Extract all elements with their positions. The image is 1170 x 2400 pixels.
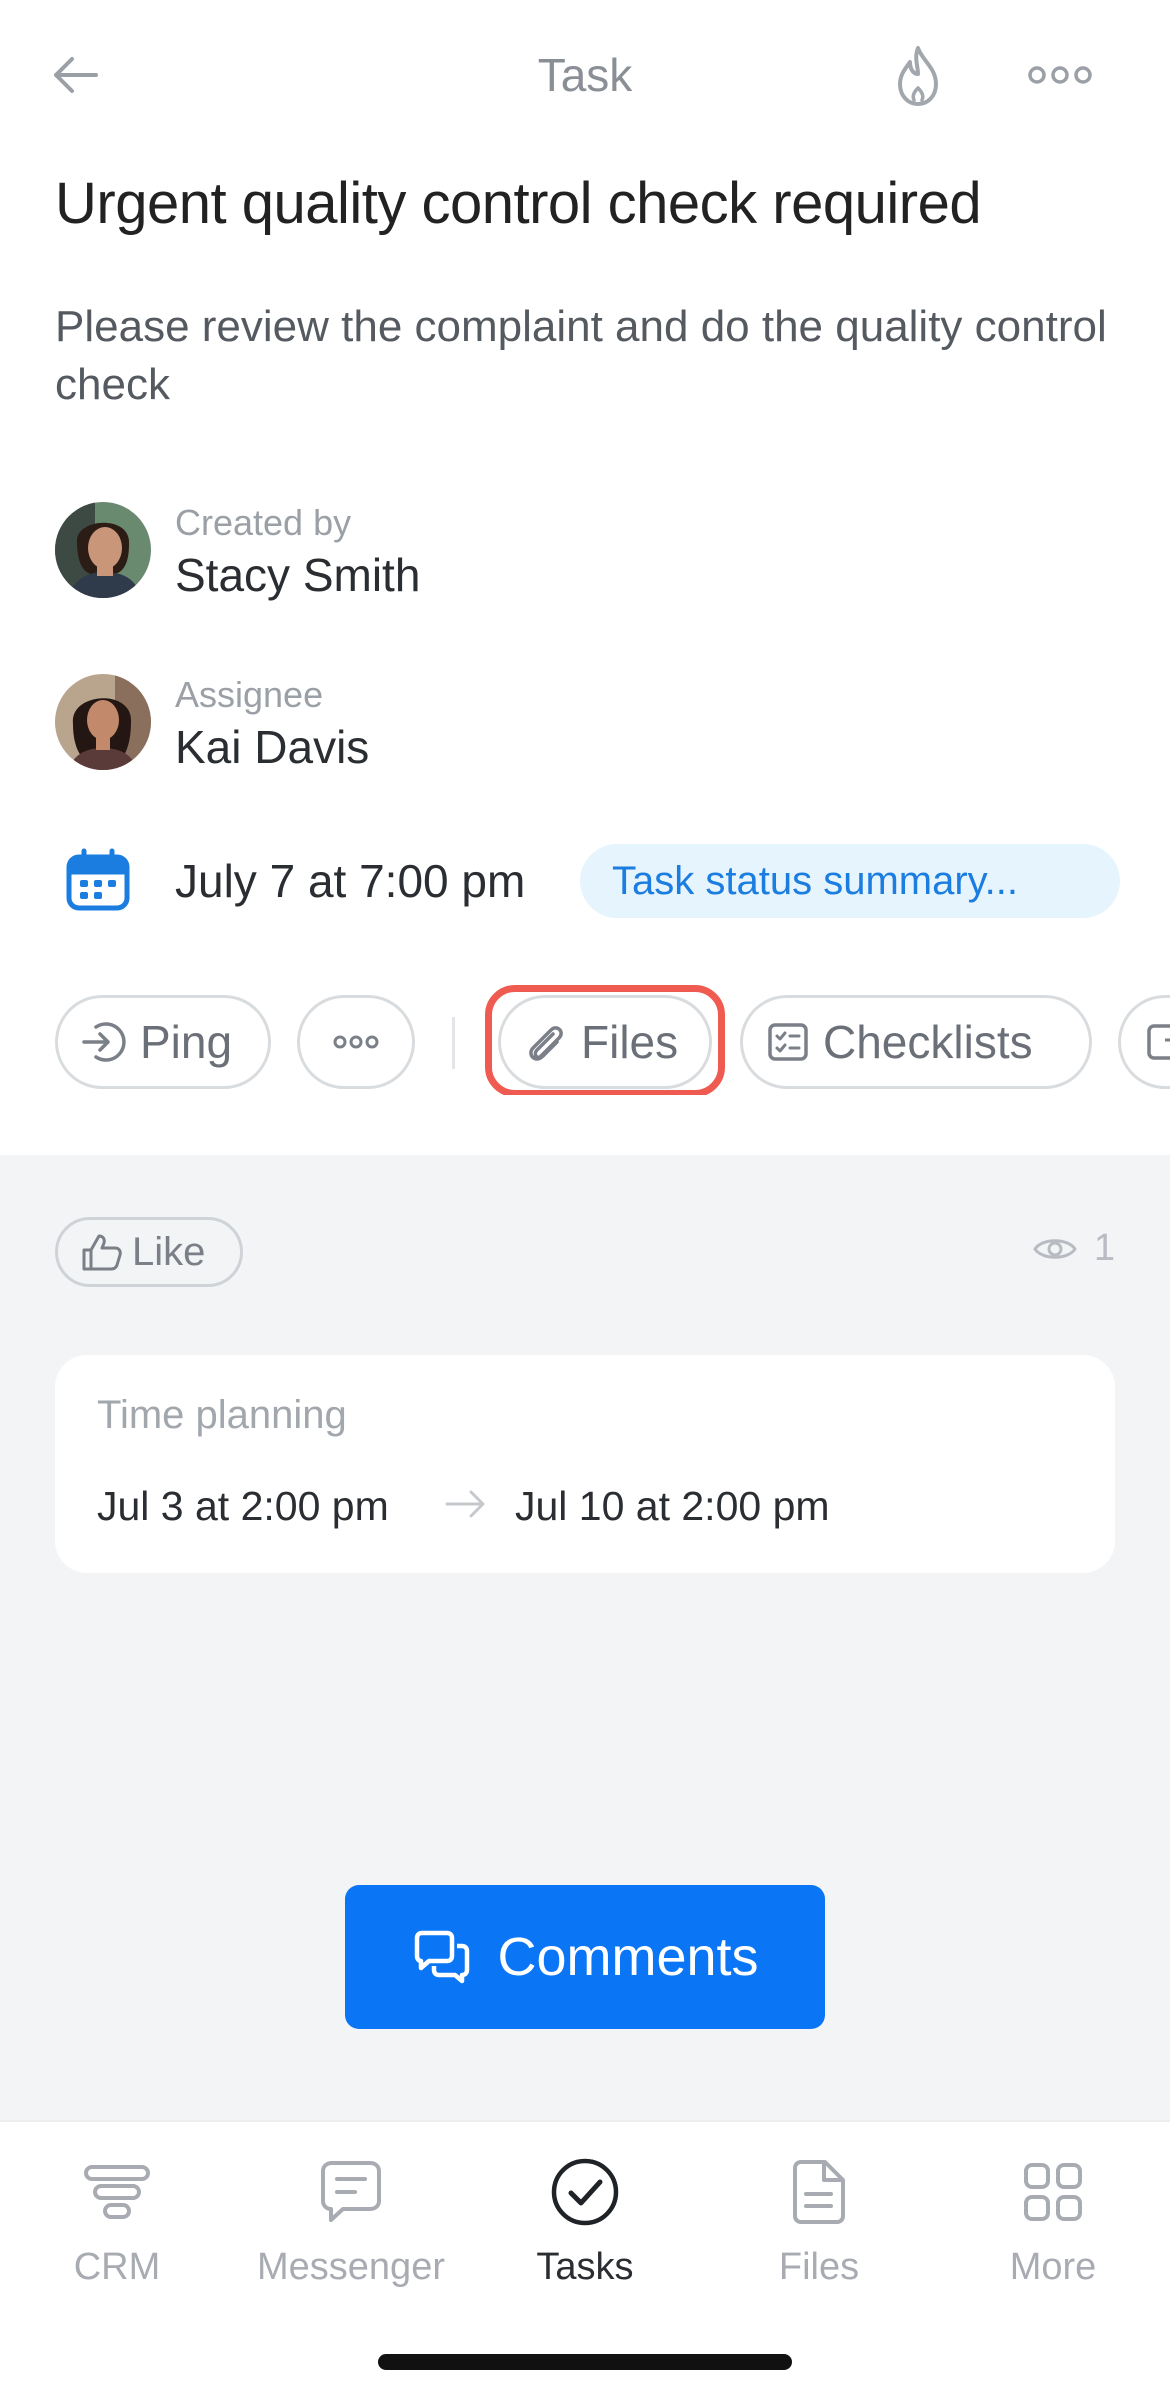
views-counter: 1 (1032, 1227, 1115, 1270)
task-title: Urgent quality control check required (55, 171, 982, 236)
check-circle-icon (545, 2152, 625, 2232)
time-planning-start: Jul 3 at 2:00 pm (97, 1483, 389, 1529)
tab-files[interactable]: Files (702, 2152, 936, 2302)
ping-label: Ping (140, 1016, 233, 1068)
like-button[interactable]: Like (55, 1217, 243, 1287)
tab-more-label: More (1009, 2246, 1097, 2288)
home-indicator[interactable] (378, 2354, 792, 2370)
flame-icon (898, 46, 938, 106)
tab-messenger[interactable]: Messenger (234, 2152, 468, 2302)
more-actions-button[interactable] (297, 995, 415, 1089)
chat-icon (311, 2152, 391, 2232)
chips-divider (452, 1017, 455, 1069)
document-icon (1145, 1022, 1170, 1062)
action-chips-row: Ping Files Checklists (0, 985, 1170, 1095)
ping-icon (80, 1019, 126, 1065)
assignee-name: Kai Davis (175, 721, 370, 773)
files-highlight-frame (485, 985, 725, 1095)
ping-button[interactable]: Ping (55, 995, 271, 1089)
funnel-icon (77, 2152, 157, 2232)
header-title: Task (537, 49, 633, 101)
task-description: Please review the complaint and do the q… (55, 302, 1107, 409)
more-menu-button[interactable] (1020, 50, 1100, 100)
time-planning-end: Jul 10 at 2:00 pm (515, 1483, 830, 1529)
deadline-text[interactable]: July 7 at 7:00 pm (175, 854, 525, 908)
grid-icon (1013, 2152, 1093, 2232)
comments-button[interactable]: Comments (345, 1885, 825, 2029)
checklists-button[interactable]: Checklists (740, 995, 1092, 1089)
time-planning-label: Time planning (97, 1393, 347, 1437)
extra-action-button[interactable] (1118, 995, 1170, 1089)
eye-icon (1033, 1238, 1077, 1259)
tab-tasks[interactable]: Tasks (468, 2152, 702, 2302)
creator-row[interactable]: Created by Stacy Smith (55, 502, 955, 602)
tab-messenger-label: Messenger (257, 2246, 445, 2288)
file-icon (779, 2152, 859, 2232)
assignee-row[interactable]: Assignee Kai Davis (55, 674, 955, 774)
tab-more[interactable]: More (936, 2152, 1170, 2302)
task-status-pill[interactable]: Task status summary... (580, 844, 1120, 918)
comments-icon (411, 1930, 473, 1984)
tab-crm-label: CRM (73, 2246, 161, 2288)
arrow-right-icon (445, 1490, 485, 1518)
task-details-area: Like 1 Time planning Jul 3 at 2:00 pm Ju… (0, 1155, 1170, 2120)
assignee-avatar (55, 674, 151, 770)
checklists-label: Checklists (823, 1016, 1033, 1068)
creator-name: Stacy Smith (175, 549, 421, 601)
header: Task (0, 0, 1170, 150)
creator-role-label: Created by (175, 502, 352, 543)
calendar-icon (66, 848, 130, 911)
checklist-icon (767, 1022, 809, 1062)
more-horizontal-icon (333, 1035, 379, 1049)
comments-label: Comments (497, 1927, 759, 1987)
views-count: 1 (1093, 1227, 1115, 1269)
like-label: Like (132, 1229, 206, 1274)
tab-files-label: Files (778, 2246, 860, 2288)
more-horizontal-icon (1028, 66, 1092, 84)
tab-tasks-label: Tasks (536, 2246, 634, 2288)
flame-button[interactable] (885, 40, 951, 112)
deadline-row: July 7 at 7:00 pm Task status summary... (55, 840, 1125, 920)
creator-avatar (55, 502, 151, 598)
tab-crm[interactable]: CRM (0, 2152, 234, 2302)
thumbs-up-icon (82, 1234, 122, 1271)
time-planning-card[interactable]: Time planning Jul 3 at 2:00 pm Jul 10 at… (55, 1355, 1115, 1573)
assignee-role-label: Assignee (175, 674, 324, 715)
